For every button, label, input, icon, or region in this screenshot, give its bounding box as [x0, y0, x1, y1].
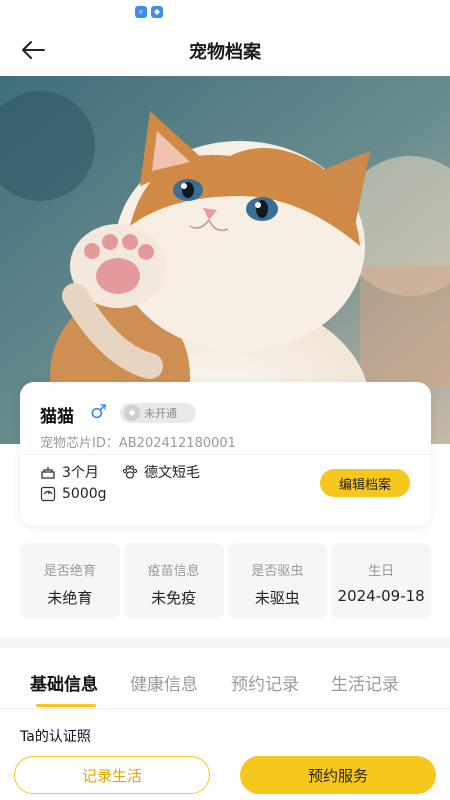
stat-birthday: 生日 2024-09-18	[331, 543, 431, 619]
stat-label: 疫苗信息	[147, 564, 200, 579]
card-divider	[20, 454, 431, 455]
chip-id-value: AB202412180001	[118, 436, 236, 451]
chip-id-line: 宠物芯片ID：AB202412180001	[40, 432, 236, 451]
record-life-button[interactable]: 记录生活	[14, 756, 210, 794]
status-bar: ⌕ ◆	[0, 0, 450, 22]
tab-booking-records[interactable]: 预约记录	[231, 670, 299, 695]
stat-label: 生日	[368, 564, 395, 579]
active-tab-indicator	[36, 704, 96, 707]
stats-row: 是否绝育 未绝育 疫苗信息 未免疫 是否驱虫 未驱虫 生日 2024-09-18	[20, 543, 431, 619]
chip-id-label: 宠物芯片ID：	[40, 436, 119, 451]
diamond-icon: ◆	[124, 405, 140, 421]
stat-value: 未免疫	[151, 589, 197, 607]
pet-breed: 德文短毛	[144, 465, 200, 481]
pet-name: 猫猫	[40, 407, 74, 427]
tab-bar: 基础信息 健康信息 预约记录 生活记录	[0, 660, 450, 707]
stat-neutered: 是否绝育 未绝育	[20, 543, 120, 619]
stat-label: 是否绝育	[43, 564, 96, 579]
stat-label: 是否驱虫	[251, 564, 304, 579]
cake-icon	[40, 464, 56, 480]
search-app-icon: ⌕	[135, 6, 147, 18]
paw-icon	[122, 464, 138, 480]
section-separator	[0, 638, 450, 648]
stat-vaccine: 疫苗信息 未免疫	[123, 543, 224, 619]
nav-bar: 宠物档案	[0, 22, 450, 76]
pet-weight: 5000g	[62, 486, 107, 502]
vip-status-badge[interactable]: ◆ 未开通	[120, 403, 196, 423]
tab-life-records[interactable]: 生活记录	[331, 670, 399, 695]
male-gender-icon: ♂	[90, 401, 108, 423]
status-icons: ⌕ ◆	[135, 6, 163, 18]
page-title: 宠物档案	[189, 42, 261, 63]
tab-health-info[interactable]: 健康信息	[130, 670, 198, 695]
shield-app-icon: ◆	[151, 6, 163, 18]
weight-row: 5000g	[40, 486, 107, 502]
book-service-button[interactable]: 预约服务	[240, 756, 436, 794]
tab-basic-info[interactable]: 基础信息	[30, 670, 98, 695]
stat-deworm: 是否驱虫 未驱虫	[227, 543, 328, 619]
breed-row: 德文短毛	[122, 462, 200, 482]
tab-divider	[0, 708, 450, 709]
stat-value: 未绝育	[47, 589, 93, 607]
edit-profile-button[interactable]: 编辑档案	[320, 469, 410, 497]
stat-value: 2024-09-18	[337, 587, 425, 605]
pet-profile-card: 猫猫 ♂ ◆ 未开通 宠物芯片ID：AB202412180001 3个月 德文短…	[20, 382, 431, 526]
age-row: 3个月	[40, 462, 99, 482]
stat-value: 未驱虫	[254, 589, 300, 607]
vip-status-text: 未开通	[144, 407, 177, 420]
scale-icon	[40, 486, 56, 502]
pet-age: 3个月	[62, 465, 99, 481]
certification-photo-title: Ta的认证照	[20, 729, 91, 745]
bottom-action-bar: 记录生活 预约服务	[0, 748, 450, 800]
